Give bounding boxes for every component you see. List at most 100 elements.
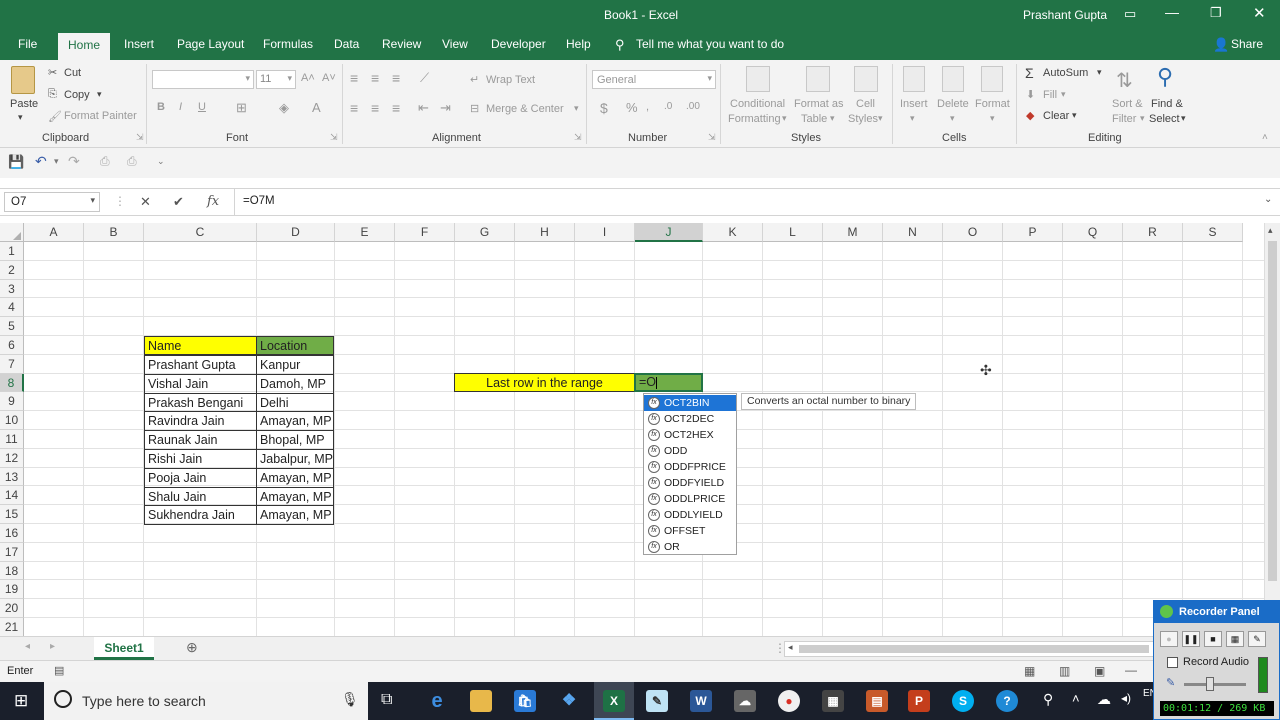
filter-label[interactable]: Filter — [1112, 113, 1136, 125]
column-header[interactable]: D — [257, 223, 335, 242]
table-cell[interactable]: Damoh, MP — [256, 373, 334, 394]
wrap-text-button[interactable]: Wrap Text — [486, 74, 535, 86]
clipboard-launcher-icon[interactable]: ⇲ — [136, 132, 144, 143]
column-header[interactable]: M — [823, 223, 883, 242]
ribbon-display-icon[interactable]: ▭ — [1124, 6, 1136, 22]
underline-button[interactable]: U — [198, 101, 206, 113]
page-break-view-icon[interactable]: ▣ — [1094, 664, 1105, 678]
app-icon[interactable]: ☁ — [734, 690, 756, 712]
row-header[interactable]: 13 — [0, 467, 24, 487]
expand-formula-icon[interactable]: ⌄ — [1264, 194, 1272, 205]
column-header[interactable]: C — [144, 223, 257, 242]
taskbar-search-box[interactable]: Type here to search 🎙 — [44, 682, 368, 720]
find-search-icon[interactable]: ⚲ — [1157, 64, 1173, 90]
conditional-formatting-label[interactable]: Conditional — [730, 98, 785, 110]
label-cell[interactable]: Last row in the range — [454, 373, 635, 392]
tab-review[interactable]: Review — [382, 37, 421, 51]
save-icon[interactable]: 💾 — [8, 154, 24, 170]
conditional-formatting-icon[interactable] — [746, 66, 770, 92]
column-header[interactable]: K — [703, 223, 763, 242]
column-header[interactable]: O — [943, 223, 1003, 242]
chevron-down-icon[interactable]: ▾ — [1097, 67, 1102, 78]
onedrive-icon[interactable]: ☁ — [1097, 691, 1111, 708]
row-header[interactable]: 2 — [0, 260, 24, 280]
column-header[interactable]: N — [883, 223, 943, 242]
paste-icon[interactable] — [11, 66, 35, 94]
font-size-select[interactable]: 11 ▾ — [256, 70, 296, 89]
percent-button[interactable]: % — [626, 100, 638, 115]
sheet-tab-sheet1[interactable]: Sheet1 — [94, 637, 154, 660]
row-header[interactable]: 18 — [0, 561, 24, 581]
scroll-thumb[interactable] — [1268, 241, 1277, 581]
name-box[interactable]: O7 ▾ — [4, 192, 100, 212]
align-center-icon[interactable]: ≡ — [371, 100, 379, 116]
paste-button[interactable]: Paste — [10, 98, 38, 110]
sort-filter-icon[interactable]: ⇅ — [1116, 68, 1133, 93]
copy-dropdown-icon[interactable]: ▾ — [97, 89, 102, 100]
row-header[interactable]: 10 — [0, 411, 24, 430]
font-color-icon[interactable]: A — [312, 100, 321, 115]
table-cell[interactable]: Bhopal, MP — [256, 430, 334, 450]
pause-button[interactable]: ❚❚ — [1182, 631, 1200, 647]
chevron-down-icon[interactable]: ▾ — [1181, 113, 1186, 124]
powerpoint-icon[interactable]: P — [908, 690, 930, 712]
table-cell[interactable]: Prakash Bengani — [144, 392, 257, 413]
autocomplete-item[interactable]: fx ODDFPRICE — [644, 459, 736, 475]
row-header[interactable]: 19 — [0, 580, 24, 600]
store-icon[interactable]: 🛍 — [514, 690, 536, 712]
autocomplete-item[interactable]: fx OCT2DEC — [644, 411, 736, 427]
horizontal-scroll-thumb[interactable] — [799, 645, 1149, 653]
tell-me-input[interactable]: Tell me what you want to do — [636, 37, 784, 51]
table-cell[interactable]: Amayan, MP — [256, 505, 334, 526]
table-cell[interactable]: Ravindra Jain — [144, 411, 257, 432]
styles-label[interactable]: Styles — [848, 113, 878, 125]
delete-cells-icon[interactable] — [942, 66, 964, 92]
table-cell[interactable]: Jabalpur, MP — [256, 449, 334, 469]
chrome-icon[interactable]: ● — [778, 690, 800, 712]
table-cell[interactable]: Pooja Jain — [144, 467, 257, 488]
insert-cells-button[interactable]: Insert — [900, 98, 928, 110]
row-header[interactable]: 14 — [0, 486, 24, 506]
column-header[interactable]: L — [763, 223, 823, 242]
windows-start-icon[interactable]: ⊞ — [14, 691, 28, 711]
row-header[interactable]: 20 — [0, 599, 24, 618]
autosum-button[interactable]: AutoSum — [1043, 67, 1088, 79]
decrease-decimal-icon[interactable]: .00 — [686, 101, 700, 112]
excel-taskbar-active[interactable]: X — [594, 682, 634, 720]
undo-dropdown-icon[interactable]: ▾ — [54, 156, 59, 167]
autocomplete-item[interactable]: fx OCT2BIN — [644, 395, 736, 411]
font-name-select[interactable]: ▾ — [152, 70, 254, 89]
fill-color-icon[interactable]: ◈ — [279, 100, 289, 116]
settings-grid-icon[interactable]: ▦ — [1226, 631, 1244, 647]
column-header[interactable]: P — [1003, 223, 1063, 242]
tab-developer[interactable]: Developer — [491, 37, 546, 51]
horizontal-scrollbar[interactable]: ◂ — [784, 641, 1158, 657]
autocomplete-item[interactable]: fx OR — [644, 539, 736, 555]
row-header[interactable]: 12 — [0, 448, 24, 468]
align-middle-icon[interactable]: ≡ — [371, 70, 379, 86]
format-painter-button[interactable]: Format Painter — [64, 110, 137, 122]
table-cell[interactable]: Sukhendra Jain — [144, 505, 257, 526]
autocomplete-item[interactable]: fx OCT2HEX — [644, 427, 736, 443]
column-header[interactable]: B — [84, 223, 144, 242]
row-header[interactable]: 21 — [0, 618, 24, 636]
column-header[interactable]: Q — [1063, 223, 1123, 242]
skype-icon[interactable]: S — [952, 690, 974, 712]
row-header[interactable]: 8 — [0, 373, 24, 393]
recorder-panel[interactable]: Recorder Panel ● ❚❚ ■ ▦ ✎ Record Audio ✎… — [1153, 600, 1280, 720]
row-header[interactable]: 16 — [0, 524, 24, 543]
cell-styles-icon[interactable] — [854, 66, 878, 92]
align-left-icon[interactable]: ≡ — [350, 100, 358, 116]
audio-volume-slider[interactable] — [1184, 677, 1246, 691]
borders-icon[interactable]: ⊞ — [236, 100, 247, 116]
vertical-scrollbar[interactable]: ▴ — [1264, 223, 1280, 636]
tab-formulas[interactable]: Formulas — [263, 37, 313, 51]
format-cells-icon[interactable] — [981, 66, 1003, 92]
format-cells-button[interactable]: Format — [975, 98, 1010, 110]
table-cell[interactable]: Kanpur — [256, 355, 334, 375]
table-label[interactable]: Table — [801, 113, 827, 125]
number-format-select[interactable]: General ▾ — [592, 70, 716, 89]
table-cell[interactable]: Amayan, MP — [256, 486, 334, 507]
find-select-label[interactable]: Find & — [1151, 98, 1183, 110]
tab-insert[interactable]: Insert — [124, 37, 154, 51]
